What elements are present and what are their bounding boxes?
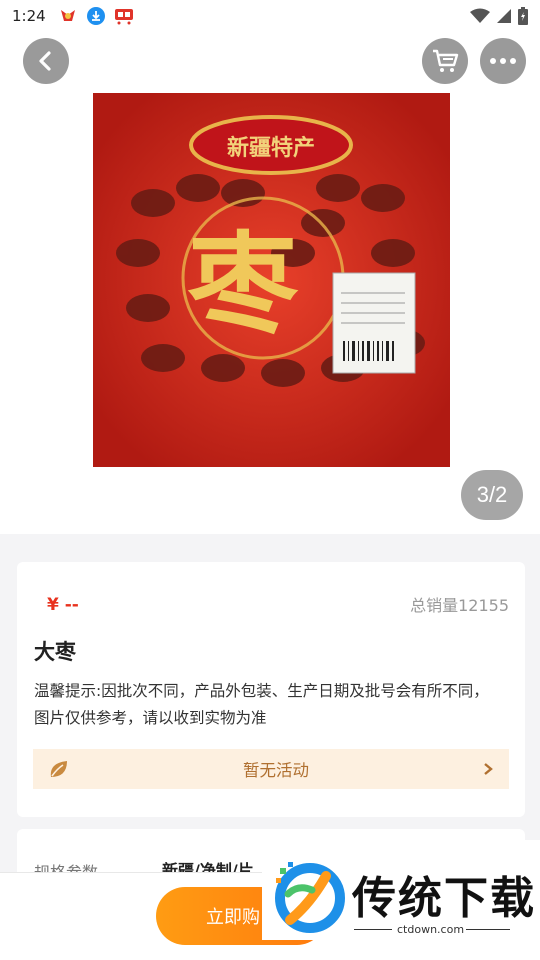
product-gallery[interactable]: 新疆特产 枣 3/2 (0, 32, 540, 534)
download-notification-icon (86, 6, 106, 26)
more-button[interactable] (480, 38, 526, 84)
cart-icon (433, 49, 459, 72)
package-brand: 枣 (187, 220, 299, 349)
product-info-card: ¥ -- 总销量12155 大枣 温馨提示:因批次不同，产品外包装、生产日期及批… (17, 562, 525, 817)
cart-button[interactable] (422, 38, 468, 84)
shop-notification-icon (114, 6, 134, 26)
status-time: 1:24 (12, 7, 46, 25)
product-tip: 温馨提示:因批次不同，产品外包装、生产日期及批号会有所不同，图片仅供参考，请以收… (34, 682, 489, 727)
status-bar: 1:24 (0, 0, 540, 32)
promotion-row[interactable]: 暂无活动 (33, 749, 509, 789)
sales-count: 总销量12155 (410, 596, 509, 615)
watermark: 传统下载 ctdown.com (262, 840, 540, 940)
watermark-logo-icon (275, 862, 345, 933)
watermark-divider-right (466, 929, 510, 930)
package-label: 新疆特产 (227, 135, 315, 161)
product-price: ¥ -- (47, 595, 79, 615)
page-indicator: 3/2 (461, 470, 523, 520)
status-icons (470, 7, 528, 25)
back-icon (39, 51, 51, 71)
battery-icon (518, 7, 528, 25)
watermark-url: ctdown.com (397, 923, 465, 936)
wifi-icon (470, 8, 490, 23)
watermark-divider-left (354, 929, 392, 930)
signal-icon (497, 9, 511, 23)
buy-now-label: 立即购 (206, 907, 260, 928)
watermark-brand: 传统下载 (352, 873, 536, 924)
chevron-right-icon (484, 763, 493, 775)
leaf-icon (50, 761, 67, 777)
product-image[interactable]: 新疆特产 枣 (93, 93, 450, 467)
back-button[interactable] (23, 38, 69, 84)
product-title: 大枣 (34, 640, 76, 664)
more-icon (490, 58, 516, 64)
promotion-label: 暂无活动 (243, 761, 309, 780)
app-notification-icon (58, 6, 78, 26)
